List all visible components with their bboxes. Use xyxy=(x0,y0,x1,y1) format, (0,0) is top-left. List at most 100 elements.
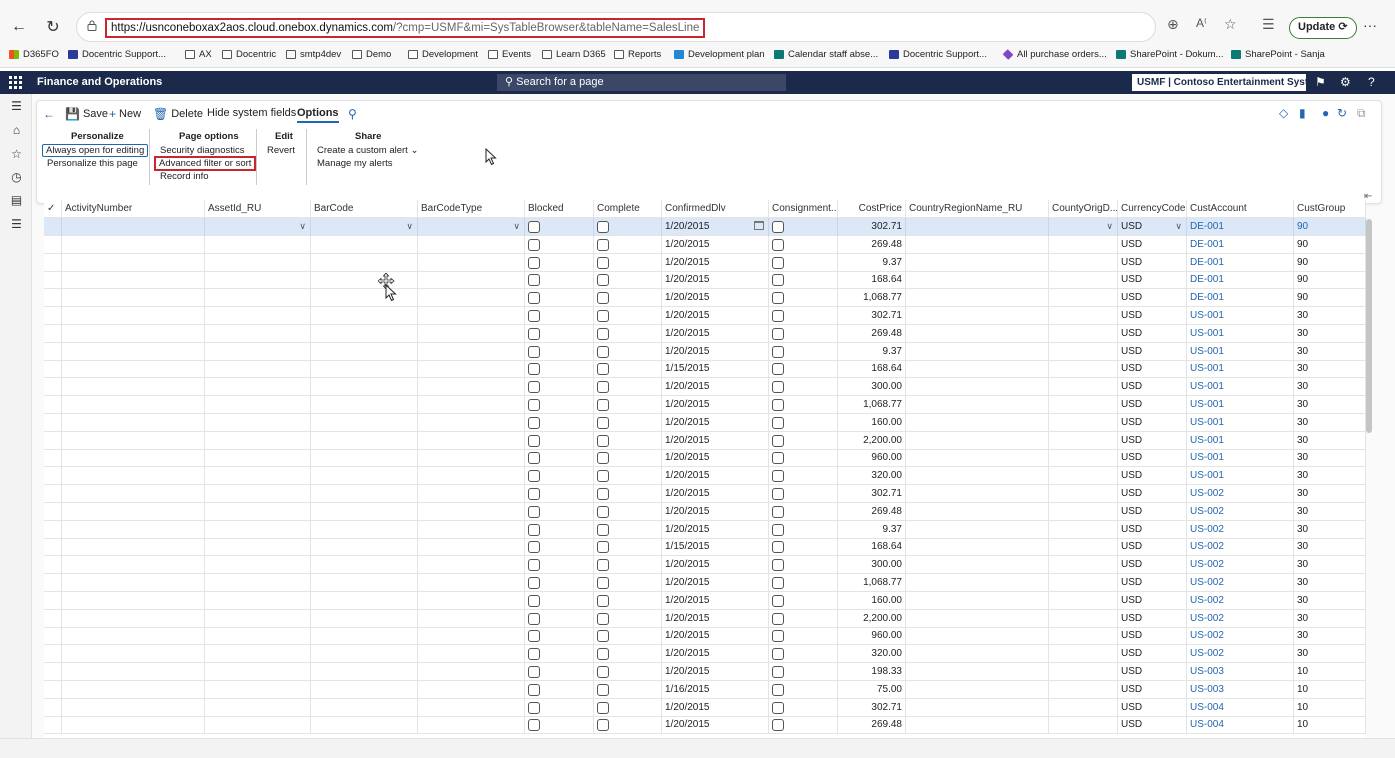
checkbox[interactable] xyxy=(772,666,784,678)
calendar-icon[interactable] xyxy=(754,221,764,230)
checkbox[interactable] xyxy=(772,683,784,696)
table-row[interactable]: 1/20/2015 168.64 USD DE-001 90 xyxy=(44,271,1366,290)
bookmark-item[interactable]: Docentric Support... xyxy=(68,49,166,60)
bookmark-item[interactable]: SharePoint - Sanja xyxy=(1231,49,1325,60)
back-arrow-icon[interactable]: ← xyxy=(6,14,32,40)
checkbox[interactable] xyxy=(772,274,784,287)
customer-account-link[interactable]: US-002 xyxy=(1187,609,1294,628)
checkbox[interactable] xyxy=(597,470,609,483)
checkbox[interactable] xyxy=(597,488,609,500)
county-origin-cell[interactable]: ∨ xyxy=(1049,218,1118,236)
table-row-selected[interactable]: ∨ ∨ ∨ 1/20/2015 302.71 ∨ USD ∨ DE-001 90 xyxy=(44,218,1366,236)
company-picker[interactable]: USMF | Contoso Entertainment Syste... xyxy=(1132,74,1306,91)
bookmark-item[interactable]: D365FO xyxy=(9,49,59,60)
table-row[interactable]: 1/20/2015 269.48 USD US-001 30 xyxy=(44,324,1366,343)
row-selector[interactable] xyxy=(44,235,62,254)
bookmark-item[interactable]: AX xyxy=(185,49,212,60)
customer-account-link[interactable]: US-001 xyxy=(1187,413,1294,432)
security-diagnostics-button[interactable]: Security diagnostics xyxy=(160,145,244,156)
checkbox[interactable] xyxy=(597,523,609,536)
row-selector[interactable] xyxy=(44,627,62,646)
customer-account-link[interactable]: US-001 xyxy=(1187,342,1294,361)
row-selector[interactable] xyxy=(44,574,62,592)
bookmark-item[interactable]: Development xyxy=(408,49,478,60)
checkbox[interactable] xyxy=(772,577,784,589)
checkbox[interactable] xyxy=(528,505,540,518)
checkbox[interactable] xyxy=(528,381,540,394)
vertical-scrollbar[interactable] xyxy=(1366,219,1372,433)
table-row[interactable]: 1/20/2015 160.00 USD US-002 30 xyxy=(44,591,1366,610)
checkbox[interactable] xyxy=(597,666,609,678)
checkbox[interactable] xyxy=(528,256,540,269)
checkbox[interactable] xyxy=(772,470,784,483)
search-input[interactable]: ⚲ Search for a page xyxy=(497,74,786,91)
checkbox[interactable] xyxy=(597,238,609,251)
table-row[interactable]: 1/20/2015 302.71 USD US-004 10 xyxy=(44,698,1366,717)
row-selector[interactable] xyxy=(44,378,62,397)
row-selector[interactable] xyxy=(44,716,62,735)
checkbox[interactable] xyxy=(597,648,609,661)
checkbox[interactable] xyxy=(597,381,609,394)
row-selector[interactable] xyxy=(44,324,62,343)
checkbox[interactable] xyxy=(597,221,609,233)
customer-account-link[interactable]: US-002 xyxy=(1187,574,1294,592)
create-custom-alert-button[interactable]: Create a custom alert ⌄ xyxy=(317,145,418,156)
bookmark-item[interactable]: Reports xyxy=(614,49,661,60)
address-bar[interactable]: https://usnconeboxax2aos.cloud.onebox.dy… xyxy=(76,12,1156,42)
table-row[interactable]: 1/20/2015 302.71 USD US-001 30 xyxy=(44,307,1366,325)
bookmark-item[interactable]: Learn D365 xyxy=(542,49,606,60)
column-header[interactable]: BarCodeType xyxy=(418,200,525,218)
app-launcher-icon[interactable] xyxy=(9,76,22,89)
checkbox[interactable] xyxy=(528,577,540,589)
new-button[interactable]: + New xyxy=(109,107,141,121)
modules-list-icon[interactable]: ☰ xyxy=(10,218,23,231)
checkbox[interactable] xyxy=(597,719,609,732)
column-header[interactable]: Complete xyxy=(594,200,662,218)
table-row[interactable]: 1/20/2015 160.00 USD US-001 30 xyxy=(44,413,1366,432)
confirmed-delivery-date[interactable]: 1/20/2015 xyxy=(662,218,769,236)
column-header[interactable]: CountryRegionName_RU xyxy=(906,200,1049,218)
recent-clock-icon[interactable]: ◷ xyxy=(10,171,23,184)
column-header[interactable]: ConfirmedDlv xyxy=(662,200,769,218)
bookmark-item[interactable]: smtp4dev xyxy=(286,49,341,60)
table-row[interactable]: 1/20/2015 302.71 USD US-002 30 xyxy=(44,485,1366,503)
checkbox[interactable] xyxy=(528,292,540,305)
revert-button[interactable]: Revert xyxy=(267,145,295,156)
update-button[interactable]: Update ⟳ xyxy=(1289,17,1357,39)
customer-account-link[interactable]: US-003 xyxy=(1187,680,1294,699)
customer-account-link[interactable]: US-001 xyxy=(1187,431,1294,450)
table-row[interactable]: 1/20/2015 9.37 USD US-002 30 xyxy=(44,520,1366,539)
table-row[interactable]: 1/15/2015 168.64 USD US-001 30 xyxy=(44,360,1366,379)
row-selector[interactable] xyxy=(44,680,62,699)
checkbox[interactable] xyxy=(528,416,540,429)
row-selector[interactable] xyxy=(44,467,62,486)
row-selector[interactable] xyxy=(44,431,62,450)
action-search-icon[interactable]: ⚲ xyxy=(348,107,360,121)
checkbox[interactable] xyxy=(597,434,609,447)
checkbox[interactable] xyxy=(772,701,784,714)
checkbox[interactable] xyxy=(528,523,540,536)
table-row[interactable]: 1/20/2015 320.00 USD US-002 30 xyxy=(44,645,1366,664)
checkbox[interactable] xyxy=(772,221,784,233)
checkbox[interactable] xyxy=(528,345,540,358)
checkbox[interactable] xyxy=(597,505,609,518)
checkbox[interactable] xyxy=(597,612,609,625)
chevron-down-icon[interactable]: ∨ xyxy=(1175,218,1182,235)
column-header[interactable]: CustAccount xyxy=(1187,200,1294,218)
tab-options[interactable]: Options xyxy=(297,107,339,123)
notifications-icon[interactable]: ⚑ xyxy=(1315,75,1326,89)
customer-account-link[interactable]: DE-001 xyxy=(1187,235,1294,254)
checkbox[interactable] xyxy=(772,238,784,251)
checkbox[interactable] xyxy=(772,630,784,643)
checkbox[interactable] xyxy=(772,488,784,500)
checkbox[interactable] xyxy=(597,630,609,643)
checkbox[interactable] xyxy=(772,523,784,536)
checkbox[interactable] xyxy=(772,559,784,572)
checkbox[interactable] xyxy=(528,274,540,287)
empty-cell[interactable]: ∨ xyxy=(418,218,525,236)
checkbox[interactable] xyxy=(597,292,609,305)
record-info-button[interactable]: Record info xyxy=(160,171,209,182)
table-row[interactable]: 1/20/2015 300.00 USD US-001 30 xyxy=(44,378,1366,397)
empty-cell[interactable]: ∨ xyxy=(311,218,418,236)
url-text[interactable]: https://usnconeboxax2aos.cloud.onebox.dy… xyxy=(105,18,706,38)
